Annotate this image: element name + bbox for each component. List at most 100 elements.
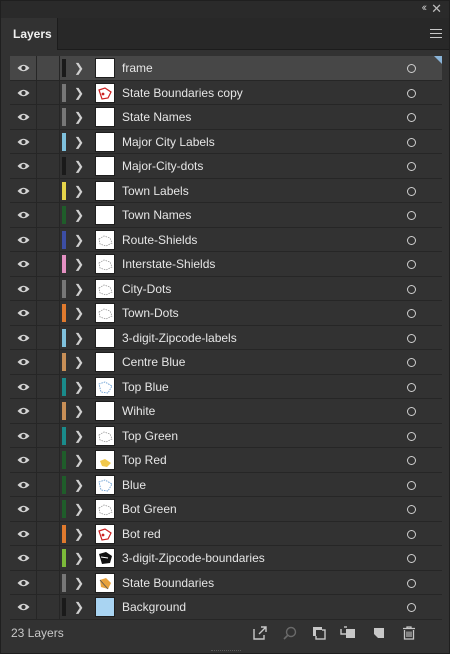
chevron-right-icon[interactable]: ❯ <box>72 304 86 322</box>
chevron-right-icon[interactable]: ❯ <box>72 280 86 298</box>
layer-name[interactable]: State Names <box>122 110 191 124</box>
chevron-right-icon[interactable]: ❯ <box>72 182 86 200</box>
chevron-right-icon[interactable]: ❯ <box>72 231 86 249</box>
layer-row[interactable]: ❯ 3-digit-Zipcode-boundaries <box>10 546 442 571</box>
chevron-right-icon[interactable]: ❯ <box>72 157 86 175</box>
clipping-mask-icon[interactable] <box>311 625 327 641</box>
lock-toggle[interactable] <box>37 472 60 496</box>
target-circle-icon[interactable] <box>407 554 416 563</box>
visibility-toggle[interactable] <box>10 80 37 104</box>
layer-name[interactable]: State Boundaries copy <box>122 86 243 100</box>
layer-row[interactable]: ❯ Blue <box>10 472 442 497</box>
chevron-right-icon[interactable]: ❯ <box>72 525 86 543</box>
layer-row[interactable]: ❯ Major-City-dots <box>10 154 442 179</box>
lock-toggle[interactable] <box>37 546 60 570</box>
visibility-toggle[interactable] <box>10 472 37 496</box>
layer-row[interactable]: ❯ Town Names <box>10 203 442 228</box>
layer-row[interactable]: ❯ Top Red <box>10 448 442 473</box>
layer-name[interactable]: frame <box>122 61 153 75</box>
layer-name[interactable]: Background <box>122 600 186 614</box>
target-circle-icon[interactable] <box>407 333 416 343</box>
layer-name[interactable]: State Boundaries <box>122 576 214 590</box>
layer-row[interactable]: ❯ City-Dots <box>10 276 442 301</box>
visibility-toggle[interactable] <box>10 252 37 276</box>
chevron-right-icon[interactable]: ❯ <box>72 476 86 494</box>
chevron-right-icon[interactable]: ❯ <box>72 59 86 77</box>
visibility-toggle[interactable] <box>10 497 37 521</box>
chevron-right-icon[interactable]: ❯ <box>72 133 86 151</box>
lock-toggle[interactable] <box>37 423 60 447</box>
target-circle-icon[interactable] <box>407 162 416 171</box>
layer-row[interactable]: ❯ Background <box>10 595 442 620</box>
tab-layers[interactable]: Layers <box>1 18 58 50</box>
visibility-toggle[interactable] <box>10 570 37 594</box>
chevron-right-icon[interactable]: ❯ <box>72 402 86 420</box>
lock-toggle[interactable] <box>37 325 60 349</box>
layer-name[interactable]: Wihite <box>122 404 155 418</box>
layer-row[interactable]: ❯ 3-digit-Zipcode-labels <box>10 325 442 350</box>
chevron-right-icon[interactable]: ❯ <box>72 329 86 347</box>
chevron-right-icon[interactable]: ❯ <box>72 549 86 567</box>
lock-toggle[interactable] <box>37 252 60 276</box>
target-circle-icon[interactable] <box>407 505 416 514</box>
layer-row[interactable]: ❯ Interstate-Shields <box>10 252 442 277</box>
new-layer-icon[interactable] <box>371 625 387 641</box>
target-circle-icon[interactable] <box>407 480 416 490</box>
layer-name[interactable]: 3-digit-Zipcode-labels <box>122 331 237 345</box>
layer-row[interactable]: ❯ Wihite <box>10 399 442 424</box>
target-circle-icon[interactable] <box>407 382 416 392</box>
delete-icon[interactable] <box>401 625 417 641</box>
target-circle-icon[interactable] <box>407 211 416 220</box>
target-circle-icon[interactable] <box>407 137 416 147</box>
new-sublayer-icon[interactable] <box>340 625 356 641</box>
lock-toggle[interactable] <box>37 301 60 325</box>
layer-row[interactable]: ❯ Town Labels <box>10 178 442 203</box>
lock-toggle[interactable] <box>37 521 60 545</box>
visibility-toggle[interactable] <box>10 178 37 202</box>
lock-toggle[interactable] <box>37 80 60 104</box>
target-circle-icon[interactable] <box>407 235 416 245</box>
layer-name[interactable]: Interstate-Shields <box>122 257 215 271</box>
target-circle-icon[interactable] <box>407 431 416 441</box>
target-circle-icon[interactable] <box>407 603 416 612</box>
layer-name[interactable]: Top Green <box>122 429 178 443</box>
layer-row[interactable]: ❯ Top Blue <box>10 374 442 399</box>
chevron-right-icon[interactable]: ❯ <box>72 255 86 273</box>
layer-row[interactable]: ❯ Major City Labels <box>10 129 442 154</box>
layer-row[interactable]: ❯ Bot Green <box>10 497 442 522</box>
layer-name[interactable]: Town Names <box>122 208 191 222</box>
lock-toggle[interactable] <box>37 497 60 521</box>
visibility-toggle[interactable] <box>10 448 37 472</box>
visibility-toggle[interactable] <box>10 546 37 570</box>
visibility-toggle[interactable] <box>10 301 37 325</box>
target-circle-icon[interactable] <box>407 64 416 73</box>
layer-row[interactable]: ❯ Bot red <box>10 521 442 546</box>
lock-toggle[interactable] <box>37 105 60 129</box>
target-circle-icon[interactable] <box>407 529 416 539</box>
target-circle-icon[interactable] <box>407 186 416 196</box>
layer-row[interactable]: ❯ Top Green <box>10 423 442 448</box>
layer-row[interactable]: ❯ Centre Blue <box>10 350 442 375</box>
lock-toggle[interactable] <box>37 276 60 300</box>
chevron-right-icon[interactable]: ❯ <box>72 427 86 445</box>
layer-row[interactable]: ❯ frame <box>10 56 442 81</box>
layer-name[interactable]: Town-Dots <box>122 306 179 320</box>
target-circle-icon[interactable] <box>407 284 416 294</box>
chevron-right-icon[interactable]: ❯ <box>72 84 86 102</box>
layer-name[interactable]: Town Labels <box>122 184 189 198</box>
visibility-toggle[interactable] <box>10 276 37 300</box>
layer-row[interactable]: ❯ State Boundaries copy <box>10 80 442 105</box>
chevron-right-icon[interactable]: ❯ <box>72 206 86 224</box>
layer-row[interactable]: ❯ State Boundaries <box>10 570 442 595</box>
target-circle-icon[interactable] <box>407 260 416 269</box>
lock-toggle[interactable] <box>37 374 60 398</box>
layer-row[interactable]: ❯ State Names <box>10 105 442 130</box>
lock-toggle[interactable] <box>37 203 60 227</box>
layer-name[interactable]: Centre Blue <box>122 355 185 369</box>
chevron-right-icon[interactable]: ❯ <box>72 598 86 616</box>
lock-toggle[interactable] <box>37 154 60 178</box>
target-circle-icon[interactable] <box>407 578 416 588</box>
target-circle-icon[interactable] <box>407 407 416 416</box>
layer-name[interactable]: Major-City-dots <box>122 159 203 173</box>
resize-grip[interactable] <box>211 650 241 653</box>
